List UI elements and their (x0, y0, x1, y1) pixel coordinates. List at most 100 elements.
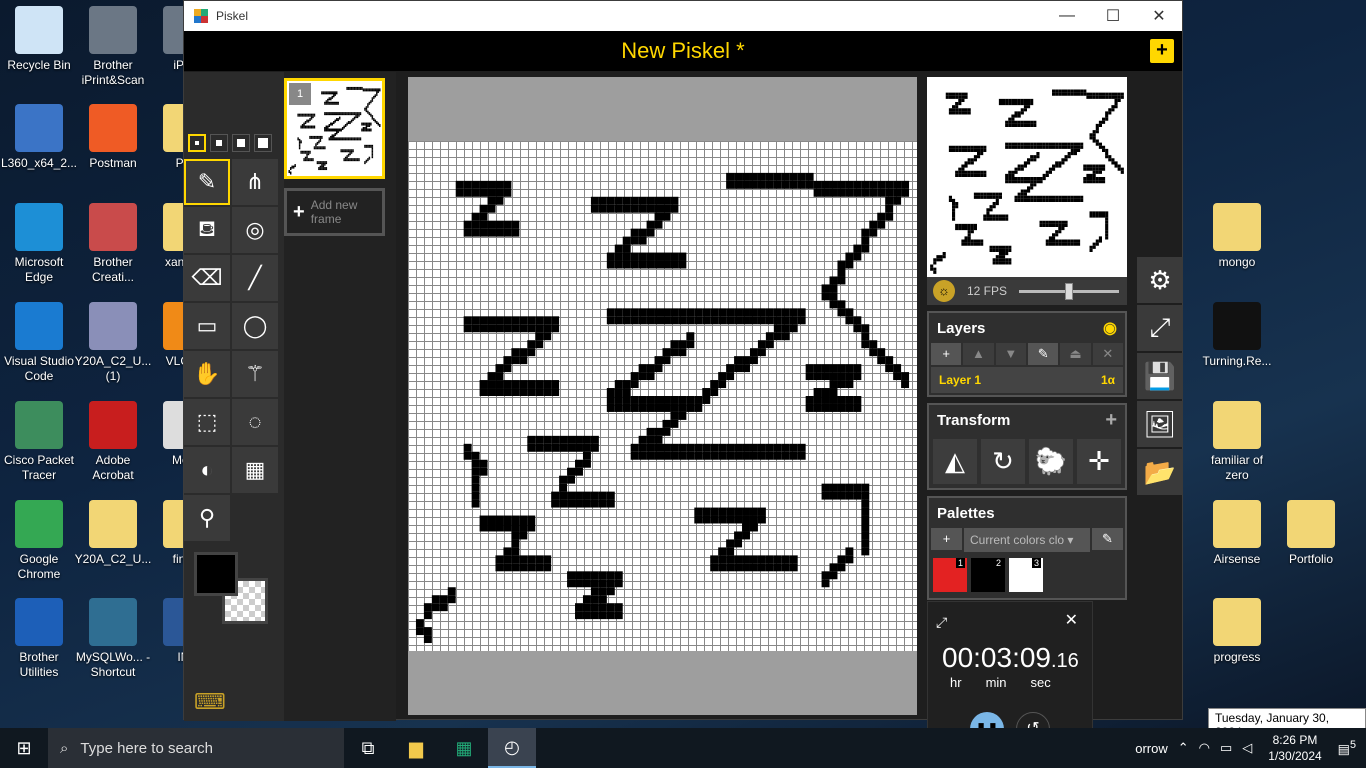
desktop-icon[interactable]: Brother iPrint&Scan (74, 6, 152, 88)
layer-opacity[interactable]: 1α (1101, 373, 1115, 387)
chevron-up-icon[interactable]: ⌃ (1178, 740, 1189, 756)
weather-text[interactable]: orrow (1135, 741, 1168, 756)
save-icon[interactable]: 💾 (1137, 353, 1183, 399)
transform-add-icon[interactable]: + (1105, 409, 1117, 432)
expand-icon[interactable]: ⤢ (936, 614, 947, 631)
clone-sheep-icon[interactable]: 🐑 (1029, 439, 1073, 484)
new-piskel-button[interactable]: + (1150, 39, 1174, 63)
layer-tool-3[interactable]: ✎ (1027, 343, 1059, 365)
wifi-icon[interactable]: ◠ (1199, 740, 1210, 756)
rectangle-selection-tool[interactable]: ⬚ (184, 399, 230, 445)
layer-tool-5[interactable]: ✕ (1092, 343, 1123, 365)
add-palette-button[interactable]: + (931, 528, 962, 550)
desktop-icon[interactable]: Brother Creati... (74, 203, 152, 285)
preview-pixel (1058, 89, 1062, 93)
flip-icon[interactable]: ◭ (933, 439, 977, 484)
canvas-pixel (837, 188, 846, 197)
desktop-icon[interactable]: Adobe Acrobat (74, 401, 152, 483)
desktop-icon[interactable]: MySQLWo... - Shortcut (74, 598, 152, 680)
desktop-icon[interactable]: progress (1198, 598, 1276, 665)
align-center-icon[interactable]: ✛ (1077, 439, 1121, 484)
file-explorer-icon[interactable]: ▆ (392, 728, 440, 768)
circle-tool[interactable]: ◯ (232, 303, 278, 349)
taskbar-clock[interactable]: 8:26 PM 1/30/2024 (1262, 732, 1327, 764)
dithering-tool[interactable]: ▦ (232, 447, 278, 493)
layer-item[interactable]: Layer 1 1α (931, 367, 1123, 393)
task-view-icon[interactable]: ⧉ (344, 728, 392, 768)
pen-size-1[interactable] (188, 134, 206, 152)
desktop-icon[interactable]: L360_x64_2... (0, 104, 78, 171)
lasso-selection-tool[interactable]: ◌ (232, 399, 278, 445)
stroke-tool[interactable]: ╱ (232, 255, 278, 301)
start-button[interactable]: ⊞ (0, 738, 48, 759)
battery-icon[interactable]: ▭ (1220, 740, 1232, 756)
close-icon[interactable]: ✕ (1065, 610, 1078, 630)
desktop-icon[interactable]: mongo (1198, 203, 1276, 270)
add-frame-button[interactable]: + Add new frame (284, 188, 385, 236)
canvas-pixel (511, 356, 520, 365)
desktop-icon[interactable]: Brother Utilities (0, 598, 78, 680)
minimize-button[interactable]: — (1044, 7, 1090, 25)
desktop-icon[interactable]: Y20A_C2_U... (1) (74, 302, 152, 384)
rectangle-tool[interactable]: ▭ (184, 303, 230, 349)
layer-tool-1[interactable]: ▲ (963, 343, 994, 365)
layer-tool-0[interactable]: + (931, 343, 962, 365)
taskbar-search[interactable]: ⌕ Type here to search (48, 728, 344, 768)
export-image-icon[interactable]: 🖼 (1137, 401, 1183, 447)
settings-icon[interactable]: ⚙ (1137, 257, 1183, 303)
lighten-tool[interactable]: ◐ (184, 447, 230, 493)
desktop-icon[interactable]: Turning.Re... (1198, 302, 1276, 369)
desktop-icon[interactable]: Microsoft Edge (0, 203, 78, 285)
palette-select[interactable]: Current colors clo ▾ (964, 528, 1090, 552)
fps-slider-knob[interactable] (1065, 282, 1074, 300)
close-button[interactable]: ✕ (1136, 6, 1182, 26)
move-tool[interactable]: ✋ (184, 351, 230, 397)
edit-palette-button[interactable]: ✎ (1092, 528, 1123, 550)
shape-selection-tool[interactable]: ⚚ (232, 351, 278, 397)
primary-color-swatch[interactable] (194, 552, 238, 596)
canvas-pixel (527, 380, 536, 389)
desktop-icon[interactable]: Portfolio (1272, 500, 1350, 567)
document-title[interactable]: New Piskel * (621, 38, 744, 64)
maximize-button[interactable]: ☐ (1090, 6, 1136, 26)
fps-slider[interactable] (1019, 282, 1120, 300)
eraser-tool[interactable]: ⌫ (184, 255, 230, 301)
frame-thumbnail[interactable]: 1 (284, 78, 385, 179)
eye-icon[interactable]: ◉ (1103, 318, 1117, 338)
pen-size-2[interactable] (210, 134, 228, 152)
desktop-icon[interactable]: Y20A_C2_U... (74, 500, 152, 567)
desktop-icon[interactable]: Airsense (1198, 500, 1276, 567)
desktop-icon[interactable]: familiar of zero (1198, 401, 1276, 483)
color-picker-tool[interactable]: ⚲ (184, 495, 230, 541)
pixel-canvas[interactable] (408, 141, 917, 651)
paint-same-color-tool[interactable]: ◎ (232, 207, 278, 253)
volume-icon[interactable]: ◁ (1242, 740, 1252, 756)
paint-bucket-tool[interactable]: ⛾ (184, 207, 230, 253)
preview-pixel (1067, 239, 1071, 243)
rotate-icon[interactable]: ↻ (981, 439, 1025, 484)
desktop-icon[interactable]: Visual Studio Code (0, 302, 78, 384)
clock-app-icon[interactable]: ◴ (488, 728, 536, 768)
palette-swatch[interactable]: 2 (971, 558, 1005, 592)
open-folder-icon[interactable]: 📂 (1137, 449, 1183, 495)
desktop-icon[interactable]: Postman (74, 104, 152, 171)
pen-tool[interactable]: ✎ (184, 159, 230, 205)
preview-pixel (967, 236, 971, 240)
layer-tool-2[interactable]: ▼ (995, 343, 1026, 365)
notification-icon[interactable]: ▤5 (1338, 739, 1366, 757)
keyboard-shortcuts-icon[interactable]: ⌨ (194, 689, 226, 715)
canvas-pixel (503, 380, 512, 389)
desktop-icon[interactable]: Cisco Packet Tracer (0, 401, 78, 483)
desktop-icon[interactable]: Recycle Bin (0, 6, 78, 73)
palette-swatch[interactable]: 3 (1009, 558, 1043, 592)
pen-size-3[interactable] (232, 134, 250, 152)
pen-size-4[interactable] (254, 134, 272, 152)
onion-skin-icon[interactable]: ☼ (933, 280, 955, 302)
piskel-taskbar-icon[interactable]: ▦ (440, 728, 488, 768)
preview-pixel (961, 223, 965, 227)
vertical-mirror-pen-tool[interactable]: ⋔ (232, 159, 278, 205)
layer-tool-4[interactable]: ⏏ (1060, 343, 1091, 365)
resize-icon[interactable]: ⤢ (1137, 305, 1183, 351)
desktop-icon[interactable]: Google Chrome (0, 500, 78, 582)
palette-swatch[interactable]: 1 (933, 558, 967, 592)
